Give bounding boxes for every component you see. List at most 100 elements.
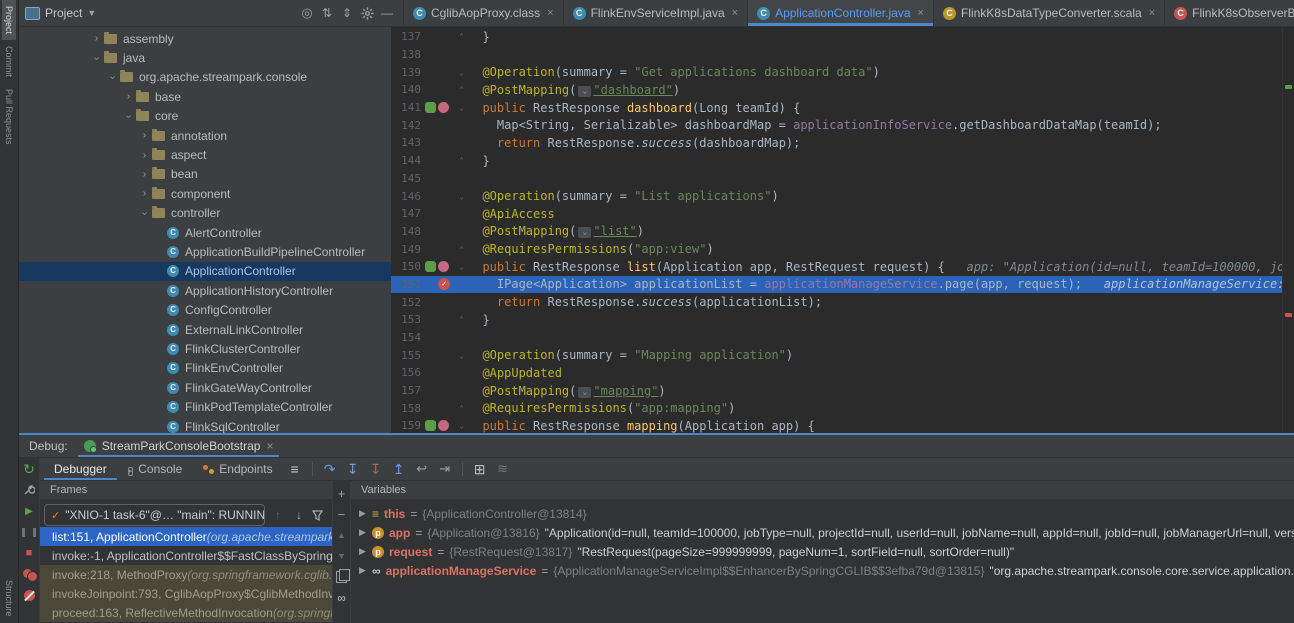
fold-marker-icon[interactable]: ⌄ [455, 103, 468, 112]
tree-item-component[interactable]: ›component [19, 184, 391, 203]
line-number[interactable]: 140 [391, 83, 421, 96]
tree-item-controller[interactable]: ›controller [19, 204, 391, 223]
step-into-icon[interactable]: ↧ [342, 460, 364, 478]
chevron-collapsed-icon[interactable]: › [121, 91, 136, 102]
trace-icon[interactable]: ≋ [492, 460, 514, 478]
mapping-inlay-icon[interactable]: ⌄ [578, 227, 591, 238]
frame-up-icon[interactable]: ↑ [270, 508, 286, 522]
line-number[interactable]: 146 [391, 190, 421, 203]
resume-icon[interactable]: ▶ [21, 503, 37, 519]
drop-frame-icon[interactable]: ↩ [411, 460, 433, 478]
expand-all-icon[interactable]: ⇅ [317, 3, 337, 23]
line-number[interactable]: 148 [391, 225, 421, 238]
close-icon[interactable]: × [732, 7, 738, 19]
request-mapping-icon[interactable] [438, 420, 449, 431]
breakpoint-check-icon[interactable]: ✓ [438, 278, 450, 290]
tree-item-flinksqlcontroller[interactable]: CFlinkSqlController [19, 417, 391, 433]
chevron-right-icon[interactable]: ▶ [359, 565, 367, 576]
line-number[interactable]: 139 [391, 66, 421, 79]
tree-item-externallinkcontroller[interactable]: CExternalLinkController [19, 320, 391, 339]
tree-item-flinkgatewaycontroller[interactable]: CFlinkGateWayController [19, 378, 391, 397]
chevron-collapsed-icon[interactable]: › [137, 169, 152, 180]
evaluate-expression-icon[interactable]: ⊞ [469, 460, 491, 478]
spring-bean-icon[interactable] [425, 102, 436, 113]
spring-bean-icon[interactable] [425, 261, 436, 272]
line-number[interactable]: 142 [391, 119, 421, 132]
editor-tab-flinkk8sdatatypeconverter-scala[interactable]: CFlinkK8sDataTypeConverter.scala× [934, 0, 1165, 26]
debug-tab-console[interactable]: ▸Console [118, 458, 193, 480]
fold-marker-icon[interactable]: ⌃ [455, 32, 468, 41]
code-editor[interactable]: 137⌃ }138139⌄ @Operation(summary = "Get … [391, 27, 1294, 433]
endpoints-icon[interactable] [203, 465, 214, 474]
request-mapping-icon[interactable] [438, 261, 449, 272]
pause-icon[interactable] [21, 524, 37, 540]
tree-item-alertcontroller[interactable]: CAlertController [19, 223, 391, 242]
stop-icon[interactable]: ■ [21, 545, 37, 561]
chevron-right-icon[interactable]: ▶ [359, 527, 367, 538]
stack-frame[interactable]: invoke:218, MethodProxy (org.springframe… [40, 565, 332, 584]
stack-frame[interactable]: invoke:-1, ApplicationController$$FastCl… [40, 546, 332, 565]
tree-item-flinkenvcontroller[interactable]: CFlinkEnvController [19, 359, 391, 378]
variable-row[interactable]: ▶prequest = {RestRequest@13817} "RestReq… [351, 542, 1294, 561]
tree-item-org-apache-streampark-console[interactable]: ›org.apache.streampark.console [19, 68, 391, 87]
tree-item-applicationbuildpipelinecontroller[interactable]: CApplicationBuildPipelineController [19, 242, 391, 261]
move-up-icon[interactable]: ▲ [335, 528, 349, 542]
fold-marker-icon[interactable]: ⌃ [455, 315, 468, 324]
editor-tab-flinkenvserviceimpl-java[interactable]: CFlinkEnvServiceImpl.java× [564, 0, 748, 26]
fold-marker-icon[interactable]: ⌄ [455, 68, 468, 77]
thread-dropdown[interactable]: ✓"XNIO-1 task-6"@… "main": RUNNING▼ [44, 504, 265, 526]
chevron-expanded-icon[interactable]: › [107, 70, 118, 85]
variable-row[interactable]: ▶∞applicationManageService = {Applicatio… [351, 561, 1294, 580]
stripe-item-project[interactable]: Project [2, 0, 16, 40]
move-down-icon[interactable]: ▼ [335, 549, 349, 563]
chevron-right-icon[interactable]: ▶ [359, 546, 367, 557]
tree-item-base[interactable]: ›base [19, 87, 391, 106]
tree-item-core[interactable]: ›core [19, 107, 391, 126]
line-number[interactable]: 152 [391, 296, 421, 309]
close-icon[interactable]: × [547, 7, 553, 19]
fold-marker-icon[interactable]: ⌄ [455, 421, 468, 430]
fold-marker-icon[interactable]: ⌃ [455, 156, 468, 165]
fold-marker-icon[interactable]: ⌃ [455, 245, 468, 254]
editor-error-stripe[interactable] [1282, 27, 1294, 433]
fold-marker-icon[interactable]: ⌄ [455, 262, 468, 271]
tree-item-aspect[interactable]: ›aspect [19, 145, 391, 164]
fold-marker-icon[interactable]: ⌄ [455, 192, 468, 201]
stripe-item-pull-requests[interactable]: Pull Requests [2, 83, 16, 151]
chevron-down-icon[interactable]: ▼ [87, 8, 96, 18]
line-number[interactable]: 144 [391, 154, 421, 167]
tree-item-assembly[interactable]: ›assembly [19, 29, 391, 48]
tree-item-flinkclustercontroller[interactable]: CFlinkClusterController [19, 339, 391, 358]
chevron-expanded-icon[interactable]: › [123, 109, 134, 124]
add-watch-icon[interactable]: + [335, 486, 349, 500]
settings-icon[interactable] [357, 3, 377, 23]
mapping-inlay-icon[interactable]: ⌄ [578, 86, 591, 97]
locate-icon[interactable]: ◎ [297, 3, 317, 23]
debug-tab-debugger[interactable]: Debugger [44, 458, 117, 480]
line-number[interactable]: 157 [391, 384, 421, 397]
step-out-icon[interactable]: ↥ [388, 460, 410, 478]
tree-item-applicationcontroller[interactable]: CApplicationController [19, 262, 391, 281]
editor-tab-applicationcontroller-java[interactable]: CApplicationController.java× [748, 0, 934, 26]
line-number[interactable]: 143 [391, 136, 421, 149]
line-number[interactable]: 159 [391, 419, 421, 432]
chevron-expanded-icon[interactable]: › [139, 206, 150, 221]
fold-marker-icon[interactable]: ⌃ [455, 404, 468, 413]
hide-panel-icon[interactable]: — [377, 3, 397, 23]
editor-tab-flinkk8sobserverbroker-scala[interactable]: CFlinkK8sObserverBroker.scala× [1165, 0, 1294, 26]
force-step-into-icon[interactable]: ↧ [365, 460, 387, 478]
editor-tab-cglibaopproxy-class[interactable]: CCglibAopProxy.class× [404, 0, 564, 26]
line-number[interactable]: 151 [391, 278, 421, 291]
tree-item-bean[interactable]: ›bean [19, 165, 391, 184]
tree-item-java[interactable]: ›java [19, 48, 391, 67]
tree-item-configcontroller[interactable]: CConfigController [19, 300, 391, 319]
line-number[interactable]: 156 [391, 366, 421, 379]
chevron-right-icon[interactable]: ▶ [359, 508, 367, 519]
view-breakpoints-icon[interactable] [21, 566, 37, 582]
close-icon[interactable]: × [266, 439, 273, 453]
chevron-collapsed-icon[interactable]: › [137, 130, 152, 141]
request-mapping-icon[interactable] [438, 102, 449, 113]
line-number[interactable]: 137 [391, 30, 421, 43]
line-number[interactable]: 150 [391, 260, 421, 273]
console-icon[interactable]: ▸ [128, 462, 134, 477]
